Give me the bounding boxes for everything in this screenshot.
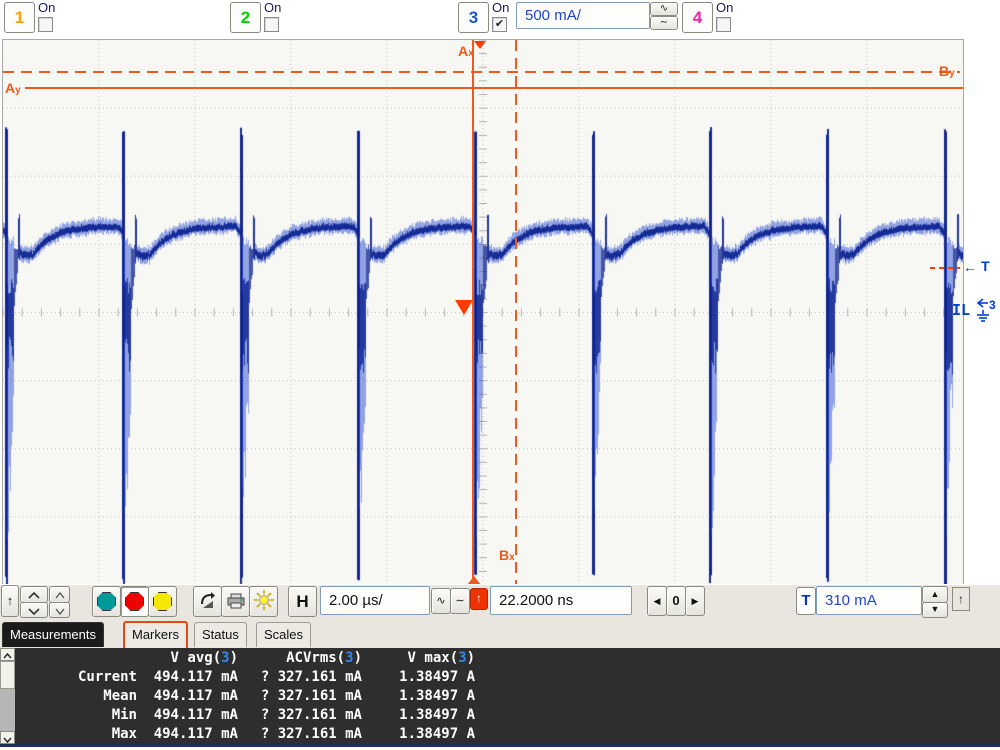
channel-4-on-label: On bbox=[716, 0, 733, 15]
panel-expand-button[interactable]: ↑ bbox=[952, 587, 970, 611]
trigger-menu-button[interactable]: T bbox=[796, 587, 816, 615]
timebase-scale-field[interactable]: 2.00 µs/ bbox=[320, 586, 430, 615]
marker-ax-label: Ax bbox=[458, 44, 474, 61]
oscilloscope-app: 1 On 2 On 3 On ✔ 500 mA/ ∿ ∼ 4 On Ax Ay bbox=[0, 0, 1000, 750]
channel-3-on-checkbox[interactable]: ✔ bbox=[492, 17, 507, 32]
tab-status[interactable]: Status bbox=[194, 622, 247, 647]
marker-bx-label: Bx bbox=[499, 548, 515, 565]
waveform-name-label: IL bbox=[952, 301, 970, 319]
delay-left-button[interactable]: ◀ bbox=[647, 586, 667, 616]
marker-ay-label: Ay bbox=[5, 81, 21, 98]
stop-octagon-icon bbox=[125, 592, 144, 611]
fine-scale-down-button[interactable] bbox=[49, 602, 70, 618]
delay-right-button[interactable]: ▶ bbox=[685, 586, 705, 616]
horizontal-menu-button[interactable]: H bbox=[288, 586, 317, 617]
table-header-row: V avg(3) ACVrms(3) V max(3) bbox=[0, 650, 1000, 669]
curved-arrow-icon bbox=[199, 591, 217, 609]
tab-markers[interactable]: Markers bbox=[123, 621, 188, 650]
channel-3-ground-reference-icon[interactable]: 3 bbox=[974, 296, 998, 326]
printer-icon bbox=[227, 593, 245, 609]
bottom-tab-bar: Measurements Markers Status Scales bbox=[0, 621, 1000, 648]
trigger-level-label: T bbox=[981, 258, 990, 274]
marker-by-label: By bbox=[939, 64, 955, 81]
stop-button[interactable] bbox=[120, 586, 149, 617]
trigger-edge-button[interactable]: ↑ bbox=[470, 588, 488, 610]
vertical-scale-up-button[interactable] bbox=[20, 586, 48, 603]
marker-overlay bbox=[3, 40, 963, 585]
print-button[interactable] bbox=[221, 586, 250, 617]
channel-4-on-checkbox[interactable] bbox=[716, 17, 731, 32]
waveform-display: Ax Ay Bx By bbox=[2, 39, 964, 586]
channel-1-on-label: On bbox=[38, 0, 55, 15]
channel-3-button[interactable]: 3 bbox=[458, 2, 489, 33]
table-row: Mean 494.117 mA ? 327.161 mA 1.38497 A bbox=[0, 688, 1000, 707]
trigger-level-arrow-icon: ← bbox=[963, 259, 977, 275]
channel-2-on-checkbox[interactable] bbox=[264, 17, 279, 32]
table-row: Min 494.117 mA ? 327.161 mA 1.38497 A bbox=[0, 707, 1000, 726]
channel-3-scale-field[interactable]: 500 mA/ bbox=[516, 2, 650, 29]
tab-measurements[interactable]: Measurements bbox=[2, 622, 104, 647]
trigger-point-marker[interactable] bbox=[455, 300, 473, 315]
channel-2-button[interactable]: 2 bbox=[230, 2, 261, 33]
scroll-up-button[interactable]: ↑ bbox=[1, 585, 19, 617]
sun-icon bbox=[254, 590, 274, 610]
trigger-level-down-button[interactable]: ▼ bbox=[922, 602, 948, 618]
trigger-time-top-marker[interactable] bbox=[474, 41, 486, 49]
svg-text:3: 3 bbox=[989, 298, 996, 312]
trigger-level-field[interactable]: 310 mA bbox=[816, 586, 922, 615]
timebase-fine-button[interactable]: ∿ bbox=[431, 588, 451, 614]
touch-button[interactable] bbox=[193, 586, 222, 617]
channel-3-scale-up-button[interactable]: ∿ bbox=[650, 2, 678, 16]
measurements-panel: V avg(3) ACVrms(3) V max(3) Current 494.… bbox=[0, 648, 1000, 744]
channel-1-on-checkbox[interactable] bbox=[38, 17, 53, 32]
channel-3-scale-down-button[interactable]: ∼ bbox=[650, 16, 678, 30]
table-row: Current 494.117 mA ? 327.161 mA 1.38497 … bbox=[0, 669, 1000, 688]
channel-4-button[interactable]: 4 bbox=[682, 2, 713, 33]
tab-scales[interactable]: Scales bbox=[256, 622, 311, 647]
channel-1-button[interactable]: 1 bbox=[4, 2, 35, 33]
vertical-scale-down-button[interactable] bbox=[20, 602, 48, 618]
run-octagon-icon bbox=[97, 592, 116, 611]
bottom-divider bbox=[0, 744, 1000, 747]
timebase-coarse-button[interactable]: ∼ bbox=[450, 588, 470, 614]
delay-zero-button[interactable]: 0 bbox=[666, 586, 686, 616]
channel-3-on-label: On bbox=[492, 0, 509, 15]
trigger-level-up-button[interactable]: ▲ bbox=[922, 586, 948, 603]
run-button[interactable] bbox=[92, 586, 121, 617]
channel-2-on-label: On bbox=[264, 0, 281, 15]
trigger-holdoff-field[interactable]: 22.2000 ns bbox=[490, 586, 632, 615]
display-brightness-button[interactable] bbox=[249, 586, 278, 617]
table-row: Max 494.117 mA ? 327.161 mA 1.38497 A bbox=[0, 726, 1000, 745]
fine-scale-up-button[interactable] bbox=[49, 586, 70, 603]
single-button[interactable] bbox=[148, 586, 177, 617]
single-octagon-icon bbox=[153, 592, 172, 611]
